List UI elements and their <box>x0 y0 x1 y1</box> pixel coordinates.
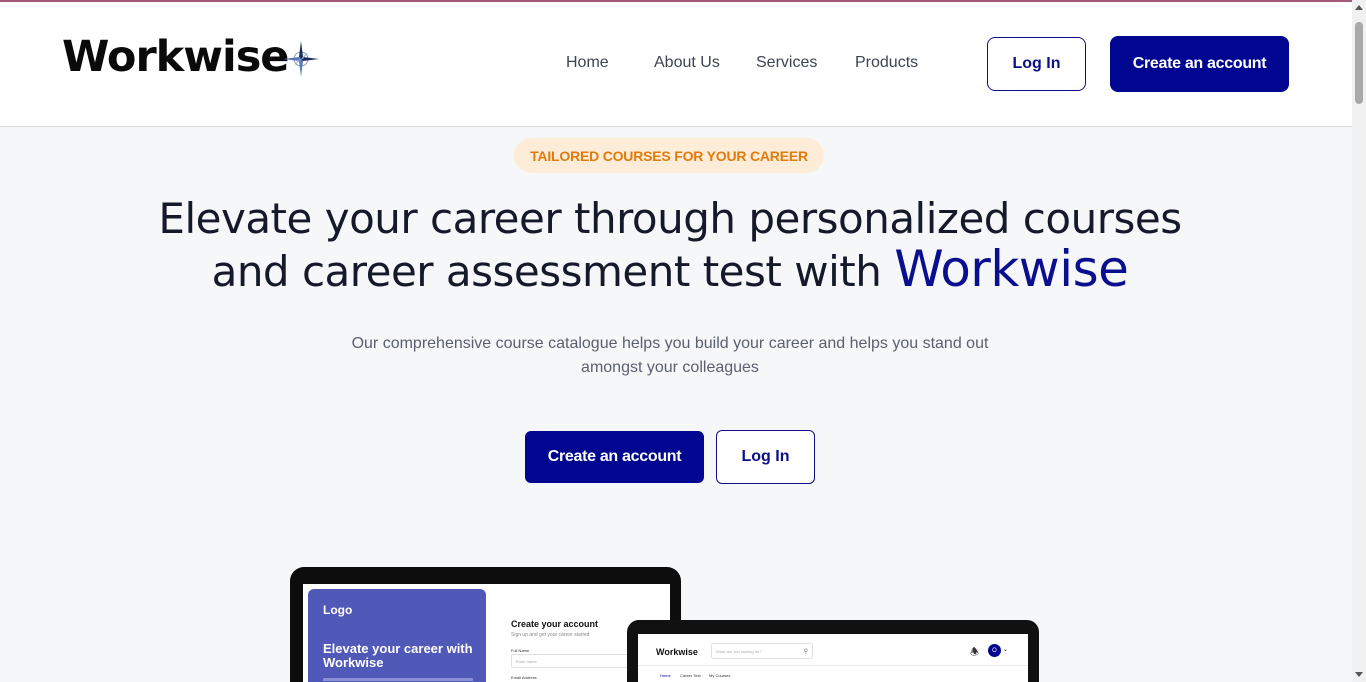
header-login-button[interactable]: Log In <box>987 37 1086 91</box>
mockup-panel-text-line <box>323 678 473 681</box>
nav-about-us[interactable]: About Us <box>654 54 720 72</box>
mockup-panel-logo: Logo <box>323 603 353 617</box>
site-header: Workwise Home About Us Services Products… <box>0 2 1352 127</box>
dashboard-mockup-screen: Workwise What are you looking for? ⚲ 🕭 O… <box>638 634 1028 682</box>
mockup-form-title: Create your account <box>511 619 599 629</box>
mockup-tab-career-test: Career Test <box>680 673 701 678</box>
mockup-tab-home: Home <box>660 673 671 678</box>
nav-services[interactable]: Services <box>756 54 817 72</box>
mockup-email-label: Email Address <box>511 675 537 680</box>
mockup-search-placeholder: What are you looking for? <box>716 649 762 654</box>
mockup-form-subtitle: Sign up and get your career started <box>511 632 590 638</box>
brand-logo-text[interactable]: Workwise <box>62 32 289 82</box>
hero-brand-word: Workwise <box>894 240 1129 298</box>
signup-mockup-side-panel: Logo Elevate your career with Workwise <box>308 589 486 682</box>
mockup-search-input: What are you looking for? ⚲ <box>711 643 813 659</box>
hero-headline-line2: and career assessment test with Workwise <box>100 244 1240 297</box>
mockup-dashboard-logo: Workwise <box>656 647 698 657</box>
header-create-account-button[interactable]: Create an account <box>1110 36 1289 92</box>
mockup-panel-title: Elevate your career with Workwise <box>323 641 473 670</box>
mockup-tab-my-courses: My Courses <box>709 673 731 678</box>
nav-home[interactable]: Home <box>566 54 609 72</box>
chevron-down-icon: ⌄ <box>1003 647 1009 653</box>
signup-mockup-screen: Logo Elevate your career with Workwise C… <box>303 584 670 682</box>
hero-create-account-button[interactable]: Create an account <box>525 431 704 483</box>
nav-products[interactable]: Products <box>855 54 918 72</box>
hero-headline: Elevate your career through personalized… <box>100 194 1240 297</box>
hero-login-button[interactable]: Log In <box>716 430 815 484</box>
hero-headline-line2-text: and career assessment test with <box>211 247 882 296</box>
scroll-up-arrow-icon[interactable] <box>1355 5 1363 10</box>
search-icon: ⚲ <box>803 649 808 655</box>
dashboard-laptop-mockup: Workwise What are you looking for? ⚲ 🕭 O… <box>627 620 1039 682</box>
signup-laptop-mockup: Logo Elevate your career with Workwise C… <box>290 567 681 682</box>
vertical-scrollbar[interactable] <box>1352 0 1366 682</box>
mockup-full-name-label: Full Name <box>511 648 530 653</box>
hero-subtitle: Our comprehensive course catalogue helps… <box>351 335 989 376</box>
mockup-full-name-input: Enter name <box>511 654 631 668</box>
hero-headline-line1: Elevate your career through personalized… <box>158 194 1182 243</box>
compass-star-icon <box>283 41 319 77</box>
mockup-divider <box>638 665 1028 666</box>
hero-badge: TAILORED COURSES FOR YOUR CAREER <box>514 138 824 173</box>
scroll-down-arrow-icon[interactable] <box>1355 672 1363 677</box>
avatar: O <box>988 644 1001 657</box>
bell-icon: 🕭 <box>970 647 979 658</box>
scrollbar-thumb[interactable] <box>1355 22 1363 104</box>
